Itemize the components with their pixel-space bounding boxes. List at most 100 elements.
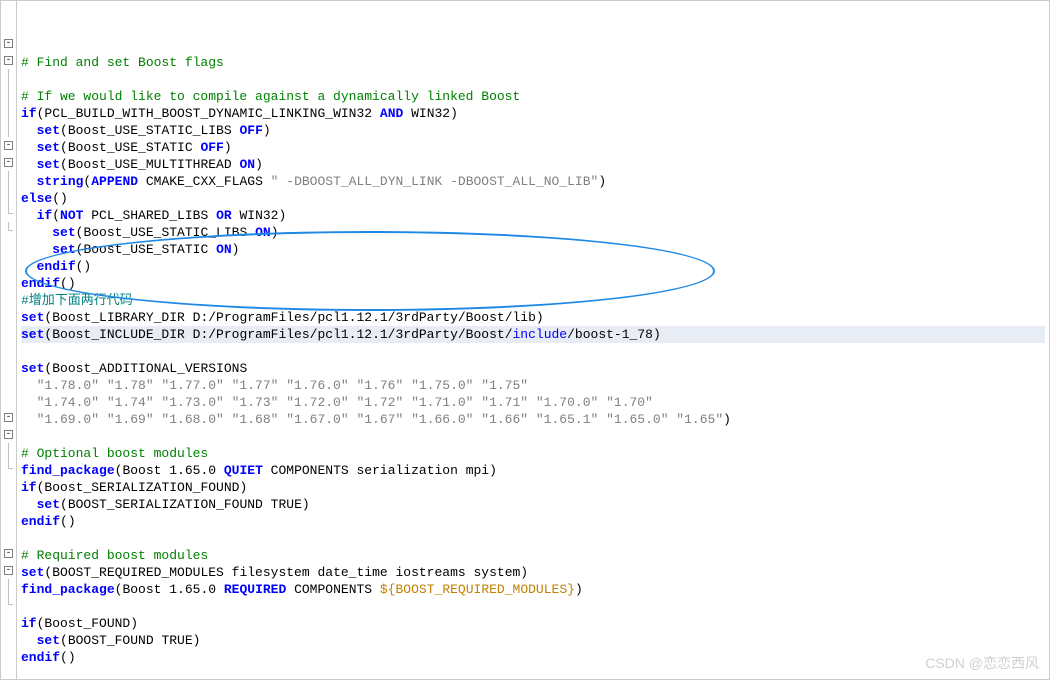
fold-marker[interactable]: -	[1, 426, 16, 443]
code-line[interactable]: # Optional boost modules	[21, 445, 1045, 462]
code-line[interactable]	[21, 71, 1045, 88]
code-token: find_package	[21, 582, 115, 597]
code-token: Boost 1.65.0	[122, 582, 223, 597]
code-token: Boost_INCLUDE_DIR D:/ProgramFiles/pcl1.1…	[52, 327, 512, 342]
code-line[interactable]: set(Boost_USE_STATIC OFF)	[21, 139, 1045, 156]
code-line[interactable]: endif()	[21, 275, 1045, 292]
code-token: OFF	[239, 123, 262, 138]
code-token: # Optional boost modules	[21, 446, 208, 461]
code-token: "1.74.0" "1.74" "1.73.0" "1.73" "1.72.0"…	[21, 395, 653, 410]
code-token: else	[21, 191, 52, 206]
fold-marker[interactable]: -	[1, 137, 16, 154]
fold-marker[interactable]: -	[1, 562, 16, 579]
code-token	[21, 174, 37, 189]
fold-marker[interactable]: -	[1, 409, 16, 426]
code-token: endif	[37, 259, 76, 274]
code-token: set	[37, 633, 60, 648]
code-token: )	[302, 497, 310, 512]
fold-marker	[1, 205, 16, 222]
fold-marker	[1, 613, 16, 630]
code-line[interactable]	[21, 530, 1045, 547]
code-line[interactable]: set(BOOST_FOUND TRUE)	[21, 632, 1045, 649]
code-token: ()	[60, 514, 76, 529]
code-token: Boost_USE_STATIC_LIBS	[68, 123, 240, 138]
fold-marker	[1, 256, 16, 273]
fold-marker[interactable]: -	[1, 154, 16, 171]
code-line[interactable]: # Find and set Boost flags	[21, 54, 1045, 71]
code-token: find_package	[21, 463, 115, 478]
code-line[interactable]	[21, 666, 1045, 683]
code-line[interactable]: string(APPEND CMAKE_CXX_FLAGS " -DBOOST_…	[21, 173, 1045, 190]
code-token: if	[37, 208, 53, 223]
fold-marker	[1, 528, 16, 545]
code-line[interactable]: set(Boost_USE_STATIC_LIBS ON)	[21, 224, 1045, 241]
fold-box-icon[interactable]: -	[4, 430, 13, 439]
fold-marker	[1, 511, 16, 528]
code-editor[interactable]: - - - - - - - - # Find and set Boost flags # If…	[1, 1, 1049, 679]
fold-box-icon[interactable]: -	[4, 158, 13, 167]
code-line[interactable]: set(BOOST_SERIALIZATION_FOUND TRUE)	[21, 496, 1045, 513]
fold-marker	[1, 222, 16, 239]
code-token: endif	[21, 276, 60, 291]
fold-marker	[1, 18, 16, 35]
code-line[interactable]: "1.69.0" "1.69" "1.68.0" "1.68" "1.67.0"…	[21, 411, 1045, 428]
code-line[interactable]: "1.74.0" "1.74" "1.73.0" "1.73" "1.72.0"…	[21, 394, 1045, 411]
fold-marker[interactable]: -	[1, 35, 16, 52]
code-token: string	[37, 174, 84, 189]
code-line[interactable]: if(NOT PCL_SHARED_LIBS OR WIN32)	[21, 207, 1045, 224]
code-token: # Required boost modules	[21, 548, 208, 563]
code-line[interactable]	[21, 598, 1045, 615]
fold-marker[interactable]: -	[1, 52, 16, 69]
code-token: ON	[239, 157, 255, 172]
code-line[interactable]: else()	[21, 190, 1045, 207]
fold-gutter[interactable]: - - - - - - - -	[1, 1, 17, 679]
code-line[interactable]: set(Boost_INCLUDE_DIR D:/ProgramFiles/pc…	[21, 326, 1045, 343]
code-line[interactable]: set(Boost_ADDITIONAL_VERSIONS	[21, 360, 1045, 377]
code-line[interactable]: set(BOOST_REQUIRED_MODULES filesystem da…	[21, 564, 1045, 581]
code-line[interactable]	[21, 428, 1045, 445]
fold-box-icon[interactable]: -	[4, 413, 13, 422]
code-token: endif	[21, 650, 60, 665]
code-token: )	[271, 225, 279, 240]
code-token: )	[130, 616, 138, 631]
code-line[interactable]: find_package(Boost 1.65.0 QUIET COMPONEN…	[21, 462, 1045, 479]
code-line[interactable]: if(Boost_FOUND)	[21, 615, 1045, 632]
fold-box-icon[interactable]: -	[4, 141, 13, 150]
code-token: )	[224, 140, 232, 155]
code-token: endif	[21, 514, 60, 529]
code-token: OFF	[200, 140, 223, 155]
code-line[interactable]: endif()	[21, 513, 1045, 530]
code-token: "1.78.0" "1.78" "1.77.0" "1.77" "1.76.0"…	[21, 378, 528, 393]
code-content[interactable]: # Find and set Boost flags # If we would…	[17, 1, 1049, 679]
code-line[interactable]: set(Boost_USE_STATIC_LIBS OFF)	[21, 122, 1045, 139]
code-token: set	[37, 123, 60, 138]
fold-box-icon[interactable]: -	[4, 566, 13, 575]
code-token: NOT	[60, 208, 83, 223]
fold-marker	[1, 494, 16, 511]
code-token: COMPONENTS	[286, 582, 380, 597]
fold-marker[interactable]: -	[1, 545, 16, 562]
code-token: /boost-1_78	[567, 327, 653, 342]
code-token: Boost_ADDITIONAL_VERSIONS	[52, 361, 247, 376]
code-line[interactable]: set(Boost_USE_STATIC ON)	[21, 241, 1045, 258]
code-token: include	[513, 327, 568, 342]
code-line[interactable]	[21, 343, 1045, 360]
code-line[interactable]: if(Boost_SERIALIZATION_FOUND)	[21, 479, 1045, 496]
code-token: " -DBOOST_ALL_DYN_LINK -DBOOST_ALL_NO_LI…	[271, 174, 599, 189]
code-line[interactable]: find_package(Boost 1.65.0 REQUIRED COMPO…	[21, 581, 1045, 598]
fold-box-icon[interactable]: -	[4, 56, 13, 65]
code-line[interactable]: set(Boost_USE_MULTITHREAD ON)	[21, 156, 1045, 173]
code-line[interactable]: #增加下面两行代码	[21, 292, 1045, 309]
code-token: PCL_BUILD_WITH_BOOST_DYNAMIC_LINKING_WIN…	[44, 106, 379, 121]
code-token: AND	[380, 106, 403, 121]
fold-box-icon[interactable]: -	[4, 549, 13, 558]
code-token: )	[239, 480, 247, 495]
code-line[interactable]: # If we would like to compile against a …	[21, 88, 1045, 105]
code-line[interactable]: endif()	[21, 649, 1045, 666]
code-line[interactable]: endif()	[21, 258, 1045, 275]
code-line[interactable]: # Required boost modules	[21, 547, 1045, 564]
code-line[interactable]: set(Boost_LIBRARY_DIR D:/ProgramFiles/pc…	[21, 309, 1045, 326]
code-line[interactable]: if(PCL_BUILD_WITH_BOOST_DYNAMIC_LINKING_…	[21, 105, 1045, 122]
fold-box-icon[interactable]: -	[4, 39, 13, 48]
code-line[interactable]: "1.78.0" "1.78" "1.77.0" "1.77" "1.76.0"…	[21, 377, 1045, 394]
